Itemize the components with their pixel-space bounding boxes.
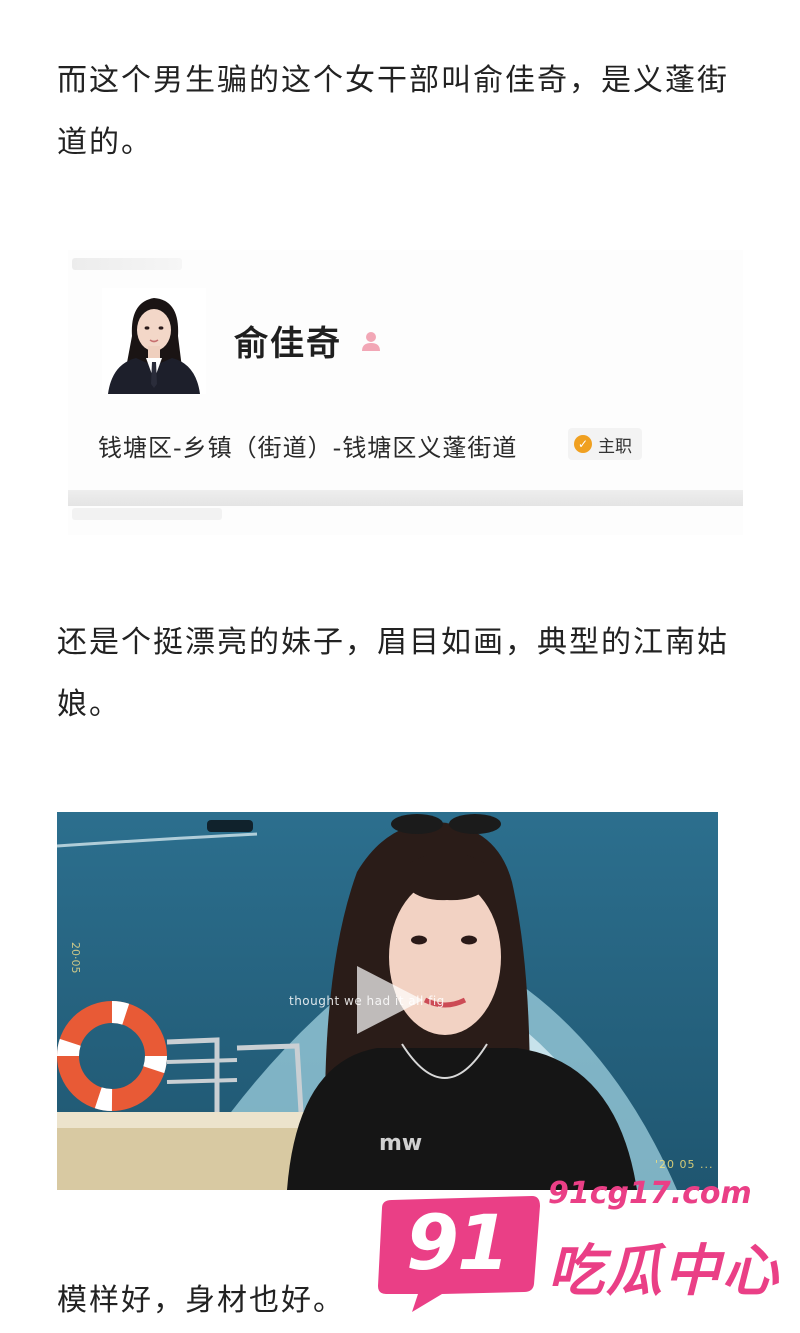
faded-text-bottom (72, 508, 222, 520)
profile-organization: 钱塘区-乡镇（街道）-钱塘区义蓬街道 (98, 434, 518, 462)
watermark-url[interactable]: 91cg17.com (548, 1176, 752, 1211)
profile-card: 俞佳奇 钱塘区-乡镇（街道）-钱塘区义蓬街道 ✓ 主职 (68, 250, 743, 535)
profile-name: 俞佳奇 (234, 324, 342, 364)
verified-check-icon: ✓ (574, 435, 592, 453)
side-date-stamp: 20·05 (69, 942, 82, 974)
video-player[interactable]: mw 20·05 thought we had it all fig '20 0… (57, 812, 718, 1190)
paragraph-intro: 而这个男生骗的这个女干部叫俞佳奇，是义蓬街道的。 (57, 63, 729, 160)
video-subtitle: thought we had it all fig (289, 994, 445, 1008)
role-badge: ✓ 主职 (568, 428, 642, 460)
faded-text-top (72, 258, 182, 270)
watermark-name: 吃瓜中心 (548, 1239, 780, 1304)
person-icon (360, 330, 382, 352)
avatar (102, 288, 206, 394)
role-badge-label: 主职 (598, 436, 632, 457)
divider (68, 490, 743, 506)
watermark-number: 91 (406, 1198, 510, 1287)
paragraph-description: 还是个挺漂亮的妹子，眉目如画，典型的江南姑娘。 (57, 625, 729, 722)
svg-text:mw: mw (379, 1131, 422, 1156)
site-watermark: 91 91cg17.com 吃瓜中心 (370, 1176, 790, 1326)
video-timestamp: '20 05 ... (655, 1158, 714, 1171)
